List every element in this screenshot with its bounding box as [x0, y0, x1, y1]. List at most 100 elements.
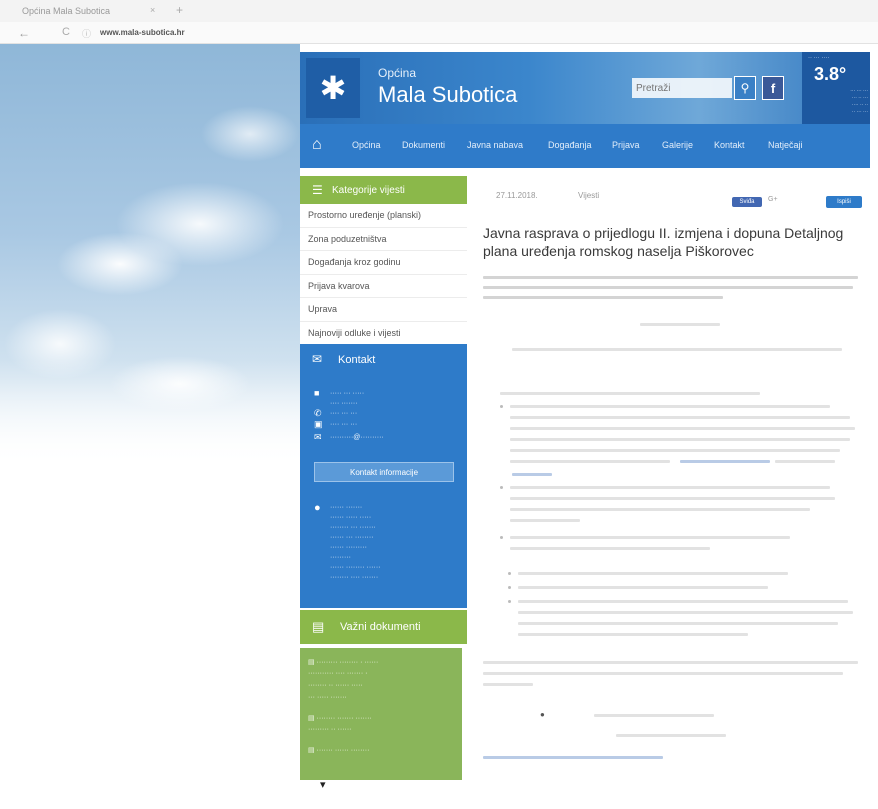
body-text-line: [510, 427, 855, 430]
attachment-link-line[interactable]: [594, 714, 714, 717]
site-title[interactable]: Mala Subotica: [378, 82, 517, 108]
weather-widget: ·· ··· ···· 3.8° ··· ··· ··· ··· ·· ··· ··…: [802, 52, 870, 124]
contact-email[interactable]: ··········@··········: [330, 434, 384, 441]
temperature: 3.8°: [814, 64, 847, 84]
intro-text-line: [483, 276, 858, 279]
article-category[interactable]: Vijesti: [578, 191, 599, 200]
sky-fade: [0, 360, 300, 470]
body-text-line: [510, 460, 670, 463]
category-item[interactable]: Zona poduzetništva: [300, 228, 467, 251]
bullet: [508, 572, 511, 575]
reload-icon[interactable]: C: [62, 26, 70, 38]
google-plus-button[interactable]: G+: [768, 196, 778, 203]
documents-list: ▤ ········· ········ · ······ ··········…: [300, 648, 462, 780]
nav-item-opcina[interactable]: Općina: [352, 140, 381, 150]
body-text-line: [518, 572, 788, 575]
facebook-like-button[interactable]: Sviđa: [732, 197, 762, 207]
article-date: 27.11.2018.: [496, 191, 538, 200]
facebook-button[interactable]: f: [762, 76, 784, 100]
home-icon[interactable]: ⌂: [312, 136, 322, 154]
bullet: [508, 600, 511, 603]
search-input[interactable]: [632, 78, 732, 98]
body-text-line: [518, 600, 848, 603]
weather-details: ··· ··· ··· ··· ·· ··· ···· ·· ·· ·· ··· ··…: [850, 88, 868, 115]
document-link[interactable]: ········ ·· ······ ·····: [308, 682, 363, 689]
new-tab-icon[interactable]: +: [176, 3, 183, 17]
hours-line: ······ ··· ········: [330, 534, 374, 541]
intro-text-line: [483, 286, 853, 289]
category-item[interactable]: Prostorno uređenje (planski): [300, 204, 467, 228]
search-button[interactable]: ⚲: [734, 76, 756, 100]
body-text-line: [510, 536, 790, 539]
main-nav: ⌂ Općina Dokumenti Javna nabava Događanj…: [300, 124, 870, 168]
bullet: [500, 536, 503, 539]
bullet: [500, 486, 503, 489]
document-link[interactable]: ··· ····· ·······: [308, 694, 347, 701]
attachment-link-line[interactable]: [616, 734, 726, 737]
address-bar: ← C ⓘ www.mala-subotica.hr: [0, 22, 878, 44]
document-link[interactable]: ··········· ···· ······· ·: [308, 670, 367, 677]
contact-fax: ···· ··· ···: [330, 421, 358, 428]
mouse-cursor-icon: ▾: [320, 779, 326, 791]
browser-tab-bar: Općina Mala Subotica × +: [0, 0, 878, 22]
document-link[interactable]: ▤ ········ ······· ·······: [308, 714, 372, 722]
contact-address-line: ···· ·······: [330, 400, 358, 407]
nav-item-natjecaji[interactable]: Natječaji: [768, 140, 803, 150]
contact-panel: ✉ Kontakt ■ ····· ··· ····· ···· ·······…: [300, 344, 467, 608]
document-link[interactable]: ▤ ······· ······ ········: [308, 746, 369, 754]
contact-info-button[interactable]: Kontakt informacije: [314, 462, 454, 482]
coat-of-arms-icon: ✱: [319, 70, 347, 106]
hours-line: ······ ·········: [330, 544, 367, 551]
site-header: ✱ Općina Mala Subotica ⚲ f ·· ··· ···· 3…: [300, 52, 870, 124]
body-text-line: [510, 519, 580, 522]
category-item[interactable]: Prijava kvarova: [300, 275, 467, 298]
body-link-line[interactable]: [680, 460, 770, 463]
contact-address-line: ····· ··· ·····: [330, 390, 365, 397]
body-link-line[interactable]: [512, 473, 552, 476]
document-link[interactable]: ········· ·· ······: [308, 726, 352, 733]
category-list: Prostorno uređenje (planski) Zona poduze…: [300, 204, 467, 345]
logo[interactable]: ✱: [306, 58, 360, 118]
categories-title: Kategorije vijesti: [332, 185, 405, 196]
nav-item-galerije[interactable]: Galerije: [662, 140, 693, 150]
body-text-line: [510, 547, 710, 550]
document-icon: ▤: [312, 619, 325, 634]
center-heading-line: [640, 323, 720, 326]
closing-text-line: [483, 661, 858, 664]
nav-item-javna-nabava[interactable]: Javna nabava: [467, 140, 523, 150]
document-link[interactable]: ▤ ········· ········ · ······: [308, 658, 378, 666]
fax-icon: ▣: [314, 419, 323, 429]
info-icon[interactable]: ⓘ: [82, 27, 91, 40]
hours-line: ······ ········ ······: [330, 564, 381, 571]
body-text-line: [775, 460, 835, 463]
category-item[interactable]: Najnoviji odluke i vijesti: [300, 322, 467, 345]
category-item[interactable]: Uprava: [300, 298, 467, 322]
search-icon: ⚲: [740, 81, 750, 95]
nav-item-dokumenti[interactable]: Dokumenti: [402, 140, 445, 150]
envelope-icon: ✉: [312, 352, 323, 366]
url-field[interactable]: www.mala-subotica.hr: [100, 28, 660, 37]
nav-item-dogadanja[interactable]: Događanja: [548, 140, 592, 150]
body-text-line: [510, 449, 840, 452]
body-text-line: [510, 486, 830, 489]
nav-item-prijava[interactable]: Prijava: [612, 140, 640, 150]
print-button[interactable]: Ispiši: [826, 196, 862, 208]
documents-heading: ▤ Važni dokumenti: [300, 610, 467, 644]
article-title: Javna rasprava o prijedlogu II. izmjena …: [483, 225, 844, 259]
list-icon: ☰: [312, 183, 323, 197]
category-item[interactable]: Događanja kroz godinu: [300, 251, 467, 275]
close-icon[interactable]: ×: [150, 5, 155, 15]
municipality-label: Općina: [378, 66, 417, 80]
hours-line: ········ ···· ·······: [330, 574, 379, 581]
browser-tab[interactable]: Općina Mala Subotica: [22, 6, 110, 16]
facebook-icon: f: [770, 80, 776, 96]
body-text-line: [500, 392, 760, 395]
body-text-line: [510, 438, 850, 441]
nav-item-kontakt[interactable]: Kontakt: [714, 140, 745, 150]
body-text-line: [518, 633, 748, 636]
body-text-line: [518, 611, 853, 614]
intro-text-line: [483, 296, 723, 299]
back-arrow-icon[interactable]: ←: [18, 26, 30, 40]
body-text-line: [510, 508, 810, 511]
bottom-link-line[interactable]: [483, 756, 663, 759]
